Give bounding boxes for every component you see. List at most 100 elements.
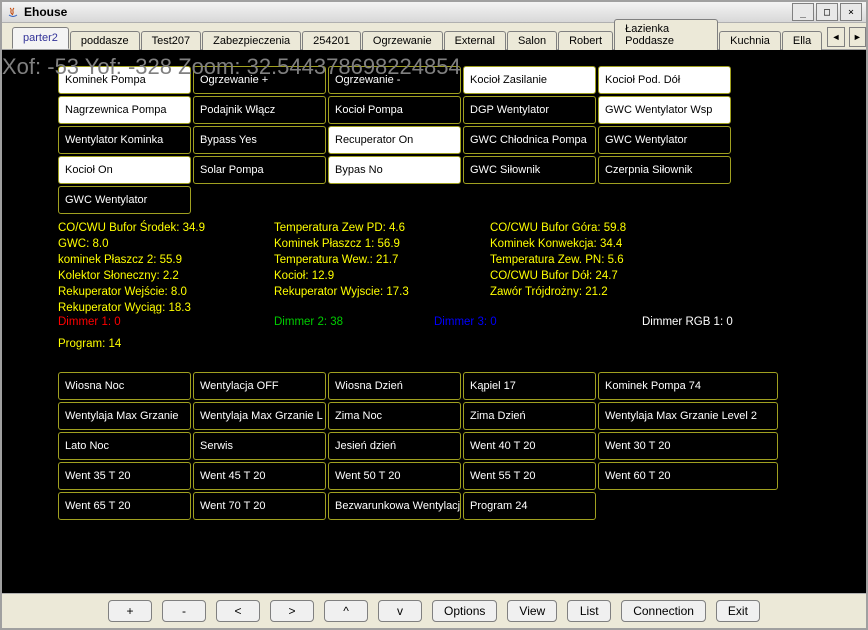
coords-overlay: Xof: -53 Yof: -328 Zoom: 32.544378698224… xyxy=(2,54,461,80)
tab-zabezpieczenia[interactable]: Zabezpieczenia xyxy=(202,31,301,50)
program-button[interactable]: Zima Noc xyxy=(328,402,461,430)
status-line: kominek Płaszcz 2: 55.9 xyxy=(58,252,274,268)
minimize-button[interactable]: _ xyxy=(792,3,814,21)
toolbar-button[interactable]: > xyxy=(270,600,314,622)
program-button[interactable]: Wentylacja OFF xyxy=(193,372,326,400)
status-line: Temperatura Zew PD: 4.6 xyxy=(274,220,490,236)
content-panel: Xof: -53 Yof: -328 Zoom: 32.544378698224… xyxy=(2,50,866,593)
program-button[interactable]: Went 50 T 20 xyxy=(328,462,461,490)
program-button[interactable]: Lato Noc xyxy=(58,432,191,460)
program-button[interactable]: Serwis xyxy=(193,432,326,460)
program-button[interactable]: Zima Dzień xyxy=(463,402,596,430)
program-button[interactable]: Wentylaja Max Grzanie xyxy=(58,402,191,430)
toolbar-button[interactable]: Exit xyxy=(716,600,760,622)
status-line: Kominek Konwekcja: 34.4 xyxy=(490,236,730,252)
program-button[interactable]: Wiosna Dzień xyxy=(328,372,461,400)
status-line: Rekuperator Wejście: 8.0 xyxy=(58,284,274,300)
program-button[interactable]: Went 35 T 20 xyxy=(58,462,191,490)
status-line: GWC: 8.0 xyxy=(58,236,274,252)
output-button[interactable]: Kocioł Zasilanie xyxy=(463,66,596,94)
program-button[interactable]: Kominek Pompa 74 xyxy=(598,372,778,400)
program-button[interactable]: Went 60 T 20 xyxy=(598,462,778,490)
toolbar-button[interactable]: - xyxy=(162,600,206,622)
status-line: Rekuperator Wyjscie: 17.3 xyxy=(274,284,490,300)
toolbar-button[interactable]: List xyxy=(567,600,611,622)
program-button-grid: Wiosna NocWentylacja OFFWiosna DzieńKąpi… xyxy=(58,372,778,520)
dimmer-2: Dimmer 2: 38 xyxy=(274,316,434,328)
window-title: Ehouse xyxy=(24,5,67,19)
program-button[interactable]: Wiosna Noc xyxy=(58,372,191,400)
status-block: CO/CWU Bufor Środek: 34.9GWC: 8.0kominek… xyxy=(58,220,810,350)
tab-scroll-right[interactable]: ► xyxy=(849,27,866,47)
program-button[interactable]: Kąpiel 17 xyxy=(463,372,596,400)
output-button[interactable]: Nagrzewnica Pompa xyxy=(58,96,191,124)
tab-ella[interactable]: Ella xyxy=(782,31,822,50)
tab-bar: parter2poddaszeTest207Zabezpieczenia2542… xyxy=(2,23,866,50)
output-button[interactable]: GWC Wentylator xyxy=(598,126,731,154)
java-icon xyxy=(6,5,20,19)
program-button[interactable]: Went 30 T 20 xyxy=(598,432,778,460)
tab-salon[interactable]: Salon xyxy=(507,31,557,50)
dimmer-rgb-1: Dimmer RGB 1: 0 xyxy=(642,316,733,328)
output-button[interactable]: Kocioł On xyxy=(58,156,191,184)
output-button[interactable]: GWC Wentylator Wsp xyxy=(598,96,731,124)
toolbar-button[interactable]: Options xyxy=(432,600,497,622)
output-button[interactable]: Kocioł Pod. Dół xyxy=(598,66,731,94)
output-button-grid: Kominek PompaOgrzewanie +Ogrzewanie -Koc… xyxy=(58,66,731,214)
output-button[interactable]: Bypass Yes xyxy=(193,126,326,154)
output-button[interactable]: Kocioł Pompa xyxy=(328,96,461,124)
program-button[interactable]: Bezwarunkowa Wentylacja xyxy=(328,492,461,520)
output-button[interactable]: DGP Wentylator xyxy=(463,96,596,124)
tab-test207[interactable]: Test207 xyxy=(141,31,202,50)
status-line: Zawór Trójdrożny: 21.2 xyxy=(490,284,730,300)
status-line: Kominek Płaszcz 1: 56.9 xyxy=(274,236,490,252)
output-button[interactable]: Bypas No xyxy=(328,156,461,184)
program-line: Program: 14 xyxy=(58,338,810,350)
status-line: Rekuperator Wyciąg: 18.3 xyxy=(58,300,274,316)
output-button[interactable]: Recuperator On xyxy=(328,126,461,154)
toolbar-button[interactable]: View xyxy=(507,600,557,622)
tab-external[interactable]: External xyxy=(444,31,506,50)
toolbar-button[interactable]: + xyxy=(108,600,152,622)
tab-łazienka poddasze[interactable]: Łazienka Poddasze xyxy=(614,19,718,50)
output-button[interactable]: Solar Pompa xyxy=(193,156,326,184)
program-button[interactable]: Went 70 T 20 xyxy=(193,492,326,520)
dimmer-3: Dimmer 3: 0 xyxy=(434,316,642,328)
tab-scroll-left[interactable]: ◄ xyxy=(827,27,844,47)
program-button[interactable]: Went 45 T 20 xyxy=(193,462,326,490)
toolbar-button[interactable]: v xyxy=(378,600,422,622)
tab-parter2[interactable]: parter2 xyxy=(12,27,69,49)
output-button[interactable]: GWC Siłownik xyxy=(463,156,596,184)
program-button[interactable]: Went 65 T 20 xyxy=(58,492,191,520)
toolbar-button[interactable]: Connection xyxy=(621,600,706,622)
toolbar-button[interactable]: < xyxy=(216,600,260,622)
output-button[interactable]: Wentylator Kominka xyxy=(58,126,191,154)
status-line: Kocioł: 12.9 xyxy=(274,268,490,284)
program-button[interactable]: Jesień dzień xyxy=(328,432,461,460)
tab-robert[interactable]: Robert xyxy=(558,31,613,50)
tab-kuchnia[interactable]: Kuchnia xyxy=(719,31,781,50)
program-button[interactable]: Program 24 xyxy=(463,492,596,520)
status-line: CO/CWU Bufor Dół: 24.7 xyxy=(490,268,730,284)
program-button[interactable]: Went 55 T 20 xyxy=(463,462,596,490)
program-button[interactable]: Wentylaja Max Grzanie L xyxy=(193,402,326,430)
program-button[interactable]: Wentylaja Max Grzanie Level 2 xyxy=(598,402,778,430)
status-line: CO/CWU Bufor Środek: 34.9 xyxy=(58,220,274,236)
close-button[interactable]: × xyxy=(840,3,862,21)
dimmer-1: Dimmer 1: 0 xyxy=(58,316,274,328)
tab-poddasze[interactable]: poddasze xyxy=(70,31,140,50)
toolbar-button[interactable]: ^ xyxy=(324,600,368,622)
titlebar: Ehouse _ □ × xyxy=(2,2,866,23)
status-line: CO/CWU Bufor Góra: 59.8 xyxy=(490,220,730,236)
maximize-button[interactable]: □ xyxy=(816,3,838,21)
output-button[interactable]: GWC Wentylator xyxy=(58,186,191,214)
tab-254201[interactable]: 254201 xyxy=(302,31,361,50)
app-window: Ehouse _ □ × parter2poddaszeTest207Zabez… xyxy=(0,0,868,630)
tab-ogrzewanie[interactable]: Ogrzewanie xyxy=(362,31,443,50)
output-button[interactable]: Podajnik Włącz xyxy=(193,96,326,124)
output-button[interactable]: GWC Chłodnica Pompa xyxy=(463,126,596,154)
program-button[interactable]: Went 40 T 20 xyxy=(463,432,596,460)
output-button[interactable]: Czerpnia Siłownik xyxy=(598,156,731,184)
status-line: Temperatura Zew. PN: 5.6 xyxy=(490,252,730,268)
status-line: Temperatura Wew.: 21.7 xyxy=(274,252,490,268)
